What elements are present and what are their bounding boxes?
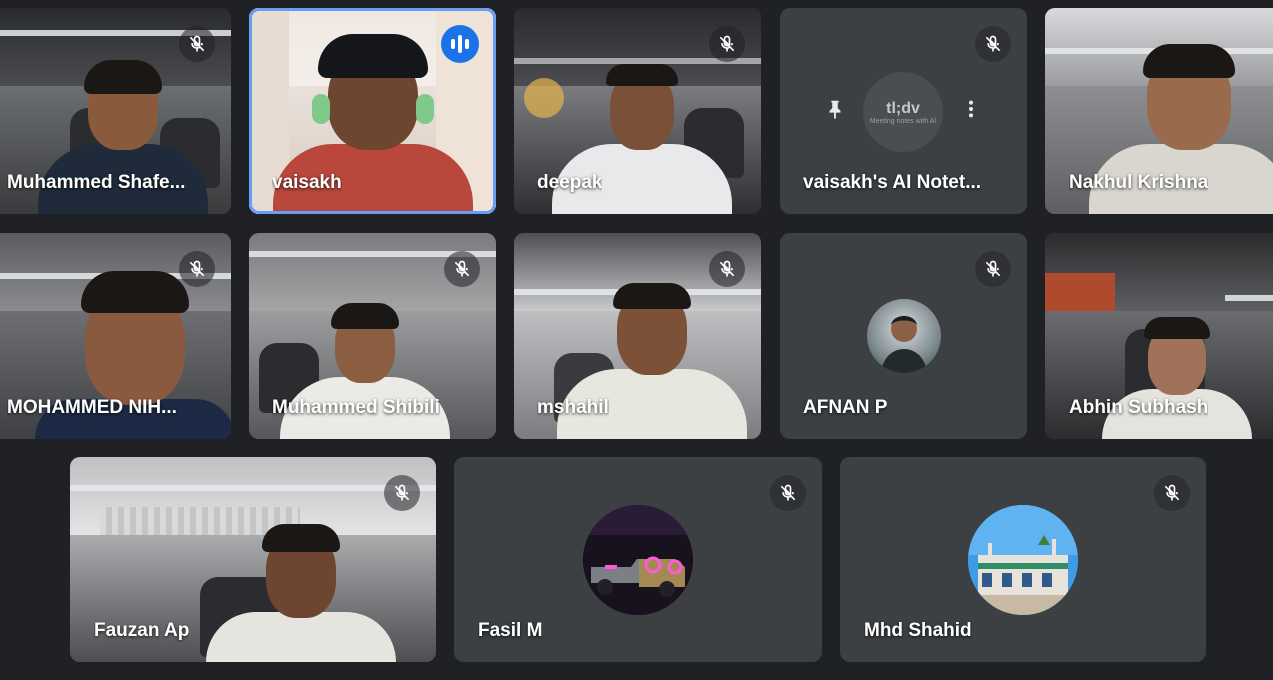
mic-off-icon bbox=[770, 475, 806, 511]
audio-level-icon bbox=[441, 25, 479, 63]
mic-off-icon bbox=[384, 475, 420, 511]
participant-tile[interactable]: Mhd Shahid bbox=[840, 457, 1206, 662]
mic-off-icon bbox=[709, 251, 745, 287]
avatar bbox=[866, 299, 941, 373]
participant-name: Muhammed Shafe... bbox=[7, 172, 186, 193]
participant-name: vaisakh bbox=[272, 172, 342, 193]
mic-off-icon bbox=[444, 251, 480, 287]
participant-tile[interactable]: Muhammed Shafe... bbox=[0, 8, 231, 214]
avatar bbox=[968, 504, 1078, 615]
mic-off-icon bbox=[709, 26, 745, 62]
participant-name: Nakhul Krishna bbox=[1069, 172, 1209, 193]
participant-tile[interactable]: deepak bbox=[514, 8, 761, 214]
participant-name: AFNAN P bbox=[803, 397, 888, 418]
participant-tile[interactable]: Abhin Subhash bbox=[1045, 233, 1273, 439]
mic-off-icon bbox=[179, 251, 215, 287]
mic-off-icon bbox=[975, 251, 1011, 287]
participant-name: deepak bbox=[537, 172, 603, 193]
participant-name: Mhd Shahid bbox=[864, 620, 972, 641]
mic-off-icon bbox=[1154, 475, 1190, 511]
participant-tile[interactable]: mshahil bbox=[514, 233, 761, 439]
participant-name: vaisakh's AI Notet... bbox=[803, 172, 982, 193]
pin-icon[interactable] bbox=[824, 98, 846, 125]
participant-tile[interactable]: Muhammed Shibili bbox=[249, 233, 496, 439]
participant-name: MOHAMMED NIH... bbox=[7, 397, 177, 418]
participant-name: mshahil bbox=[537, 397, 609, 418]
participant-tile[interactable]: Fasil M bbox=[454, 457, 822, 662]
meeting-grid: Muhammed Shafe... vaisakh deepak tl;dv M… bbox=[0, 0, 1273, 680]
participant-tile[interactable]: Nakhul Krishna bbox=[1045, 8, 1273, 214]
participant-tile[interactable]: MOHAMMED NIH... bbox=[0, 233, 231, 439]
tile-hover-controls: tl;dv Meeting notes with AI bbox=[804, 72, 1002, 152]
participant-name: Muhammed Shibili bbox=[272, 397, 440, 418]
participant-tile[interactable]: tl;dv Meeting notes with AI vaisakh's AI… bbox=[780, 8, 1027, 214]
participant-name: Fauzan Ap bbox=[94, 620, 190, 641]
mic-off-icon bbox=[975, 26, 1011, 62]
participant-tile[interactable]: AFNAN P bbox=[780, 233, 1027, 439]
more-vert-icon[interactable] bbox=[960, 98, 982, 125]
mic-off-icon bbox=[179, 26, 215, 62]
tldv-logo: tl;dv Meeting notes with AI bbox=[863, 72, 943, 152]
participant-name: Fasil M bbox=[478, 620, 543, 641]
participant-name: Abhin Subhash bbox=[1069, 397, 1209, 418]
participant-tile[interactable]: Fauzan Ap bbox=[70, 457, 436, 662]
avatar bbox=[583, 504, 693, 615]
participant-tile-active-speaker[interactable]: vaisakh bbox=[249, 8, 496, 214]
